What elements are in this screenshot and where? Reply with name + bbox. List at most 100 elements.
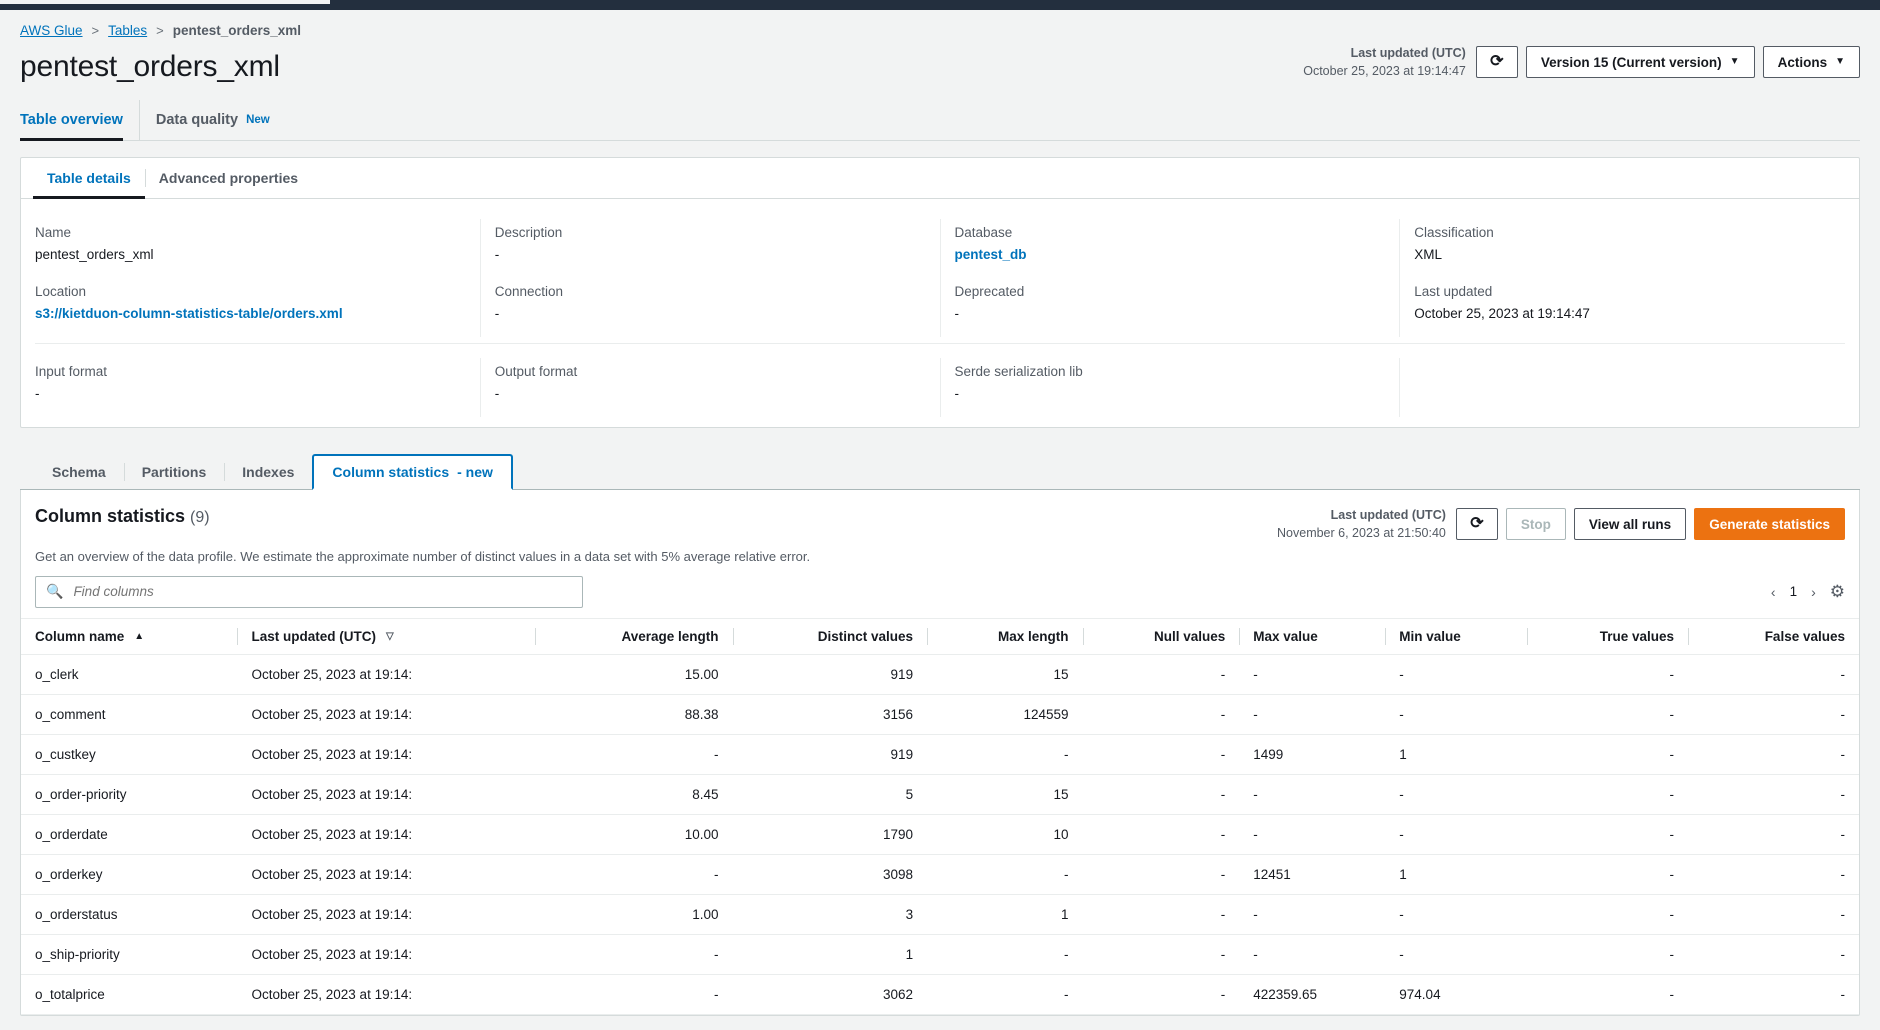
column-header-null-values[interactable]: Null values bbox=[1083, 618, 1240, 654]
cell-max-length: - bbox=[927, 974, 1082, 1014]
column-header-max-value[interactable]: Max value bbox=[1239, 618, 1385, 654]
actions-button[interactable]: Actions ▼ bbox=[1763, 46, 1860, 78]
version-select[interactable]: Version 15 (Current version) ▼ bbox=[1526, 46, 1755, 78]
column-header-max-length[interactable]: Max length bbox=[927, 618, 1082, 654]
cell-max-value: - bbox=[1239, 814, 1385, 854]
tab-data-quality[interactable]: Data quality New bbox=[156, 100, 286, 140]
detail-label: Connection bbox=[495, 284, 922, 299]
refresh-icon: ⟳ bbox=[1490, 54, 1503, 70]
stats-last-updated: Last updated (UTC) November 6, 2023 at 2… bbox=[1277, 506, 1446, 542]
tab-indexes[interactable]: Indexes bbox=[224, 455, 312, 489]
stats-last-updated-value: November 6, 2023 at 21:50:40 bbox=[1277, 524, 1446, 542]
column-header-average-length[interactable]: Average length bbox=[535, 618, 732, 654]
header-last-updated: Last updated (UTC) October 25, 2023 at 1… bbox=[1303, 44, 1466, 80]
cell-last-updated: October 25, 2023 at 19:14: bbox=[237, 974, 535, 1014]
detail-database: Database pentest_db bbox=[940, 219, 1400, 278]
tab-indexes-label: Indexes bbox=[242, 464, 294, 480]
database-link[interactable]: pentest_db bbox=[955, 247, 1027, 262]
detail-value: - bbox=[495, 386, 922, 401]
detail-output-format: Output format - bbox=[480, 358, 940, 417]
search-icon: 🔍 bbox=[46, 583, 63, 600]
cell-min-value: - bbox=[1385, 934, 1526, 974]
table-row[interactable]: o_orderdateOctober 25, 2023 at 19:14:10.… bbox=[21, 814, 1859, 854]
cell-distinct-values: 1790 bbox=[733, 814, 928, 854]
detail-label: Deprecated bbox=[955, 284, 1382, 299]
table-row[interactable]: o_custkeyOctober 25, 2023 at 19:14:-919-… bbox=[21, 734, 1859, 774]
cell-true-values: - bbox=[1527, 814, 1688, 854]
current-page-number[interactable]: 1 bbox=[1790, 584, 1798, 599]
s3-location-link[interactable]: s3://kietduon-column-statistics-table/or… bbox=[35, 306, 343, 321]
view-all-runs-button[interactable]: View all runs bbox=[1574, 508, 1686, 540]
previous-page-button[interactable]: ‹ bbox=[1771, 584, 1776, 600]
cell-max-length: 15 bbox=[927, 774, 1082, 814]
tab-partitions[interactable]: Partitions bbox=[124, 455, 225, 489]
detail-label: Name bbox=[35, 225, 462, 240]
cell-average-length: 15.00 bbox=[535, 654, 732, 694]
inner-tabs: Table details Advanced properties bbox=[21, 158, 1859, 199]
generate-statistics-button[interactable]: Generate statistics bbox=[1694, 508, 1845, 540]
page-header: pentest_orders_xml Last updated (UTC) Oc… bbox=[20, 44, 1860, 90]
cell-true-values: - bbox=[1527, 654, 1688, 694]
tab-schema[interactable]: Schema bbox=[34, 455, 124, 489]
gear-icon[interactable]: ⚙ bbox=[1830, 582, 1845, 602]
cell-null-values: - bbox=[1083, 974, 1240, 1014]
column-header-false-values[interactable]: False values bbox=[1688, 618, 1859, 654]
breadcrumb-item-tables[interactable]: Tables bbox=[108, 23, 147, 38]
column-statistics-description: Get an overview of the data profile. We … bbox=[21, 543, 1859, 564]
table-row[interactable]: o_totalpriceOctober 25, 2023 at 19:14:-3… bbox=[21, 974, 1859, 1014]
cell-distinct-values: 919 bbox=[733, 734, 928, 774]
column-header-label: Average length bbox=[621, 629, 718, 644]
column-header-min-value[interactable]: Min value bbox=[1385, 618, 1526, 654]
column-header-last-updated[interactable]: Last updated (UTC) ▽ bbox=[237, 618, 535, 654]
cell-average-length: - bbox=[535, 974, 732, 1014]
tab-advanced-properties[interactable]: Advanced properties bbox=[145, 158, 312, 198]
detail-connection: Connection - bbox=[480, 278, 940, 337]
table-row[interactable]: o_orderstatusOctober 25, 2023 at 19:14:1… bbox=[21, 894, 1859, 934]
pagination: ‹ 1 › ⚙ bbox=[1771, 582, 1845, 602]
cell-max-value: 422359.65 bbox=[1239, 974, 1385, 1014]
cell-column-name: o_orderdate bbox=[21, 814, 237, 854]
table-body: o_clerkOctober 25, 2023 at 19:14:15.0091… bbox=[21, 654, 1859, 1014]
column-header-distinct-values[interactable]: Distinct values bbox=[733, 618, 928, 654]
detail-label: Classification bbox=[1414, 225, 1841, 240]
refresh-button[interactable]: ⟳ bbox=[1476, 46, 1518, 78]
table-header: Column name ▲ Last updated (UTC) ▽ Avera… bbox=[21, 618, 1859, 654]
column-header-column-name[interactable]: Column name ▲ bbox=[21, 618, 237, 654]
cell-column-name: o_totalprice bbox=[21, 974, 237, 1014]
search-columns-box[interactable]: 🔍 bbox=[35, 576, 583, 608]
stop-button[interactable]: Stop bbox=[1506, 508, 1566, 540]
tab-column-statistics-label: Column statistics bbox=[332, 464, 449, 480]
actions-button-label: Actions bbox=[1778, 55, 1828, 70]
detail-value: XML bbox=[1414, 247, 1841, 262]
column-header-label: Min value bbox=[1399, 629, 1461, 644]
column-statistics-header: Column statistics (9) Last updated (UTC)… bbox=[21, 490, 1859, 542]
breadcrumb-item-aws-glue[interactable]: AWS Glue bbox=[20, 23, 83, 38]
search-input[interactable] bbox=[71, 583, 572, 600]
table-row[interactable]: o_ship-priorityOctober 25, 2023 at 19:14… bbox=[21, 934, 1859, 974]
tab-column-statistics[interactable]: Column statistics - new bbox=[312, 454, 512, 490]
column-header-true-values[interactable]: True values bbox=[1527, 618, 1688, 654]
stats-refresh-button[interactable]: ⟳ bbox=[1456, 508, 1498, 540]
tab-table-overview[interactable]: Table overview bbox=[20, 100, 140, 140]
table-row[interactable]: o_commentOctober 25, 2023 at 19:14:88.38… bbox=[21, 694, 1859, 734]
tab-column-statistics-suffix: - new bbox=[457, 464, 493, 480]
cell-column-name: o_custkey bbox=[21, 734, 237, 774]
cell-min-value: - bbox=[1385, 694, 1526, 734]
cell-true-values: - bbox=[1527, 734, 1688, 774]
sort-ascending-icon: ▲ bbox=[134, 631, 144, 642]
table-row[interactable]: o_clerkOctober 25, 2023 at 19:14:15.0091… bbox=[21, 654, 1859, 694]
next-page-button[interactable]: › bbox=[1811, 584, 1816, 600]
cell-last-updated: October 25, 2023 at 19:14: bbox=[237, 654, 535, 694]
view-all-runs-label: View all runs bbox=[1589, 517, 1671, 532]
cell-true-values: - bbox=[1527, 934, 1688, 974]
table-header-row: Column name ▲ Last updated (UTC) ▽ Avera… bbox=[21, 618, 1859, 654]
table-row[interactable]: o_order-priorityOctober 25, 2023 at 19:1… bbox=[21, 774, 1859, 814]
cell-distinct-values: 3062 bbox=[733, 974, 928, 1014]
detail-value: s3://kietduon-column-statistics-table/or… bbox=[35, 306, 462, 321]
tab-table-details[interactable]: Table details bbox=[33, 158, 145, 198]
cell-column-name: o_orderkey bbox=[21, 854, 237, 894]
cell-distinct-values: 919 bbox=[733, 654, 928, 694]
cell-average-length: 10.00 bbox=[535, 814, 732, 854]
cell-null-values: - bbox=[1083, 734, 1240, 774]
table-row[interactable]: o_orderkeyOctober 25, 2023 at 19:14:-309… bbox=[21, 854, 1859, 894]
